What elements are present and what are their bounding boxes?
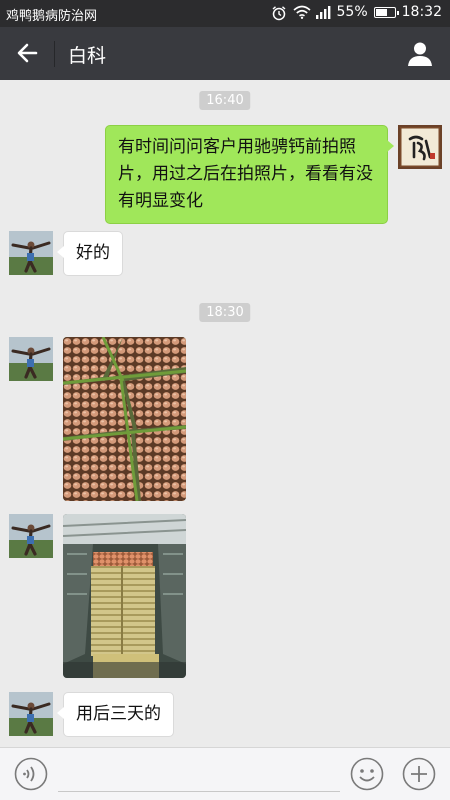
status-bar-right: 55% 18:32 <box>271 4 442 21</box>
stacked-egg-trays-photo[interactable] <box>63 514 186 678</box>
status-time: 18:32 <box>401 4 442 20</box>
battery-percent: 55% <box>336 4 368 20</box>
signal-icon <box>315 5 331 19</box>
received-message-bubble[interactable]: 好的 <box>57 231 123 276</box>
emoji-icon[interactable] <box>350 757 384 791</box>
chat-input-bar <box>0 747 450 800</box>
sent-message-bubble[interactable]: 有时间问问客户用驰骋钙前拍照 片，用过之后在拍照片，看看有没 有明显变化 <box>105 125 394 224</box>
battery-icon <box>373 6 399 18</box>
egg-trays-photo[interactable] <box>63 337 186 501</box>
timestamp: 18:30 <box>199 303 251 322</box>
chat-title: 白科 <box>68 45 107 67</box>
message-line: 有时间问问客户用驰骋钙前拍照 <box>118 137 356 157</box>
message-line: 有明显变化 <box>118 191 203 211</box>
nav-bar: 白科 <box>0 27 450 80</box>
avatar[interactable] <box>9 692 53 736</box>
message-text: 好的 <box>76 243 110 263</box>
wifi-icon <box>292 5 311 19</box>
avatar[interactable] <box>398 125 442 169</box>
voice-icon[interactable] <box>14 757 48 791</box>
status-bar-app-title: 鸡鸭鹅病防治网 <box>6 9 98 24</box>
timestamp: 16:40 <box>199 91 251 110</box>
avatar[interactable] <box>9 337 53 381</box>
received-message-bubble[interactable]: 用后三天的 <box>57 692 174 737</box>
nav-divider <box>54 41 55 67</box>
alarm-icon <box>271 5 287 21</box>
person-icon[interactable] <box>406 39 434 67</box>
plus-icon[interactable] <box>402 757 436 791</box>
avatar[interactable] <box>9 231 53 275</box>
battery-level <box>375 8 387 16</box>
arrow-left-icon[interactable] <box>14 39 42 67</box>
status-bar: 鸡鸭鹅病防治网 55% 18:32 <box>0 0 450 27</box>
avatar[interactable] <box>9 514 53 558</box>
message-line: 片，用过之后在拍照片，看看有没 <box>118 164 373 184</box>
message-input[interactable] <box>58 758 340 792</box>
message-text: 用后三天的 <box>76 704 161 724</box>
